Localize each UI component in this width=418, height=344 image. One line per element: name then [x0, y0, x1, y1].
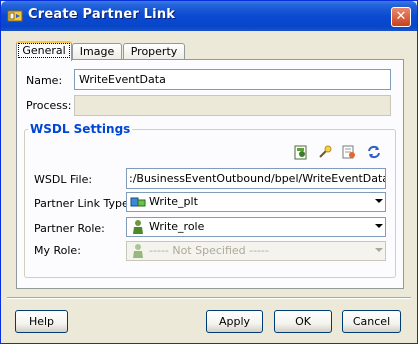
role-icon	[133, 220, 143, 234]
my-role-value: ----- Not Specified -----	[149, 244, 269, 257]
link-type-icon	[130, 197, 146, 207]
process-label: Process:	[26, 99, 72, 112]
tab-image[interactable]: Image	[72, 43, 122, 60]
tab-image-label: Image	[79, 45, 115, 58]
partner-link-type-value: Write_plt	[149, 195, 198, 208]
window-title: Create Partner Link	[28, 7, 176, 22]
chevron-down-icon	[375, 248, 383, 252]
chevron-down-icon	[375, 199, 383, 203]
tab-property[interactable]: Property	[123, 43, 185, 60]
create-partner-link-dialog: Create Partner Link ✕ General Image Prop…	[0, 0, 418, 344]
my-role-label: My Role:	[34, 244, 81, 257]
define-adapter-icon[interactable]	[341, 144, 357, 160]
tab-general[interactable]: General	[16, 41, 72, 61]
partner-role-value: Write_role	[149, 220, 205, 233]
footer-divider	[7, 297, 411, 299]
refresh-icon[interactable]	[366, 144, 382, 160]
service-explorer-icon[interactable]	[293, 144, 309, 160]
cancel-button[interactable]: Cancel	[342, 310, 401, 333]
partner-link-type-select[interactable]: Write_plt	[126, 192, 386, 212]
partner-link-type-label: Partner Link Type:	[34, 197, 133, 210]
process-field	[74, 95, 391, 116]
wsdl-file-label: WSDL File:	[34, 173, 93, 186]
name-label: Name:	[26, 74, 63, 87]
title-bar[interactable]: Create Partner Link ✕	[1, 1, 417, 31]
tab-general-label: General	[18, 43, 70, 58]
wsdl-settings-title: WSDL Settings	[28, 122, 133, 136]
ok-button[interactable]: OK	[274, 310, 332, 333]
tab-property-label: Property	[130, 45, 178, 58]
help-button[interactable]: Help	[15, 310, 68, 333]
name-field[interactable]: WriteEventData	[74, 69, 391, 90]
apply-button[interactable]: Apply	[206, 310, 263, 333]
close-button[interactable]: ✕	[391, 7, 411, 27]
my-role-select: ----- Not Specified -----	[126, 241, 386, 261]
wizard-icon[interactable]	[317, 144, 333, 160]
partner-link-icon	[7, 10, 23, 22]
wsdl-file-field[interactable]: :/BusinessEventOutbound/bpel/WriteEventD…	[126, 168, 386, 189]
close-icon: ✕	[395, 9, 407, 24]
chevron-down-icon	[375, 224, 383, 228]
partner-role-select[interactable]: Write_role	[126, 217, 386, 237]
role-icon	[133, 244, 143, 258]
partner-role-label: Partner Role:	[34, 222, 105, 235]
